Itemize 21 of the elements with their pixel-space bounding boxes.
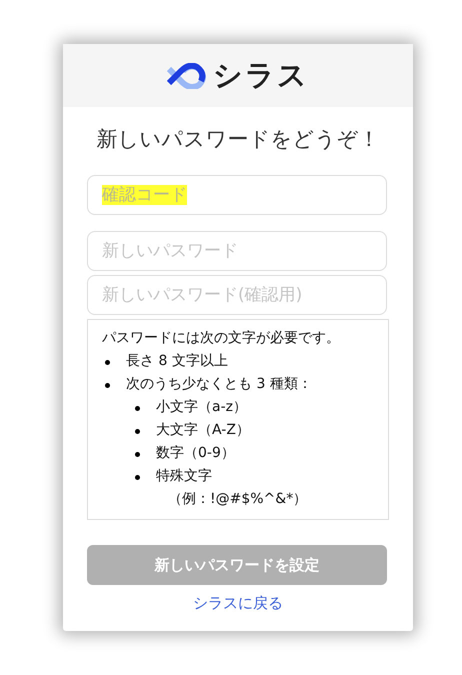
requirement-text: 大文字（A-Z） (156, 422, 250, 438)
bullet-icon (135, 475, 140, 480)
requirement-text: 長さ 8 文字以上 (126, 353, 228, 369)
page-title: 新しいパスワードをどうぞ！ (96, 126, 380, 153)
logo-text: シラス (213, 56, 309, 94)
input-field[interactable]: 新しいパスワード (87, 231, 387, 271)
bullet-icon (135, 406, 140, 411)
back-link[interactable]: シラスに戻る (193, 594, 283, 613)
bullet-icon (105, 360, 110, 365)
requirement-text: 特殊文字 (156, 468, 212, 484)
example-text: （例：!@#$%^&*） (167, 490, 308, 509)
logo-icon (167, 62, 207, 88)
input-field[interactable]: 新しいパスワード(確認用) (87, 275, 387, 315)
requirement-text: 数字（0-9） (156, 445, 235, 461)
requirement-text: 小文字（a-z） (156, 399, 247, 415)
requirements-intro: パスワードには次の文字が必要です。 (102, 329, 341, 348)
requirement-text: 次のうち少なくとも 3 種類： (126, 376, 312, 392)
bullet-icon (135, 429, 140, 434)
input-field[interactable]: 確認コード (87, 175, 387, 215)
bullet-icon (105, 383, 110, 388)
bullet-icon (135, 452, 140, 457)
